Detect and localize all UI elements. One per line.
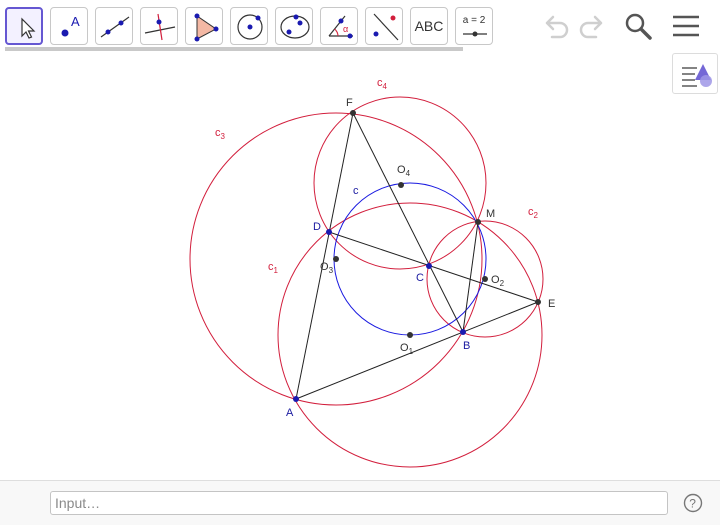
label-circle-c4: c4 [377, 77, 388, 91]
tool-polygon[interactable] [185, 7, 223, 45]
point-o2[interactable] [482, 276, 488, 282]
tool-circle-three-points[interactable] [275, 7, 313, 45]
angle-icon: α [328, 15, 353, 39]
segment-de[interactable] [328, 231, 539, 303]
label-o1: O1 [400, 342, 414, 356]
help-button[interactable]: ? [683, 493, 703, 513]
point-m[interactable] [475, 219, 481, 225]
label-b: B [463, 340, 470, 352]
tool-perpendicular[interactable] [140, 7, 178, 45]
graphics-view[interactable]: F D C M E B A O4 O3 O2 O1 c c1 c2 c3 c4 [0, 52, 720, 480]
hamburger-menu-icon [673, 15, 699, 37]
menu-button[interactable] [668, 8, 704, 44]
tool-slider[interactable]: a = 2 [455, 7, 493, 45]
label-f: F [346, 97, 353, 109]
slider-icon [463, 31, 487, 37]
label-m: M [486, 208, 495, 220]
point-c[interactable] [426, 263, 432, 269]
geometry-construction: F D C M E B A O4 O3 O2 O1 c c1 c2 c3 c4 [189, 77, 555, 468]
reflect-icon [373, 13, 399, 41]
tool-circle-center[interactable] [230, 7, 268, 45]
arrow-cursor-icon [21, 17, 36, 39]
svg-text:A: A [71, 14, 80, 29]
label-circle-c2: c2 [528, 206, 539, 220]
text-tool-label: ABC [414, 18, 444, 34]
label-o4: O4 [397, 164, 411, 178]
label-circle-c: c [353, 185, 359, 197]
label-d: D [313, 221, 321, 233]
point-f[interactable] [350, 110, 356, 116]
label-circle-c3: c3 [215, 127, 226, 141]
segment-ae[interactable] [295, 301, 539, 400]
undo-icon [545, 15, 569, 39]
search-button[interactable] [620, 8, 656, 44]
label-c: C [416, 272, 424, 284]
tool-reflect[interactable] [365, 7, 403, 45]
redo-icon [579, 15, 603, 39]
input-bar: ? [0, 480, 720, 525]
undo-button[interactable] [538, 8, 574, 44]
label-o2: O2 [491, 274, 505, 288]
tool-text[interactable]: ABC [410, 7, 448, 45]
label-a: A [286, 407, 294, 419]
label-e: E [548, 298, 555, 310]
redo-button[interactable] [574, 8, 610, 44]
tool-angle[interactable]: α [320, 7, 358, 45]
point-e[interactable] [535, 299, 541, 305]
svg-text:?: ? [689, 497, 696, 511]
point-b[interactable] [460, 329, 466, 335]
algebra-input-field[interactable] [50, 491, 668, 515]
line-icon [100, 16, 130, 38]
tool-line[interactable] [95, 7, 133, 45]
label-o3: O3 [320, 261, 334, 275]
point-a[interactable] [293, 396, 299, 402]
point-icon: A [61, 14, 80, 37]
toolbar: A α ABC a = 2 [0, 0, 720, 52]
segment-fb[interactable] [352, 112, 464, 333]
tool-move[interactable] [5, 7, 43, 45]
point-o3[interactable] [333, 256, 339, 262]
label-circle-c1: c1 [268, 261, 279, 275]
svg-text:α: α [343, 24, 348, 34]
polygon-icon [194, 13, 219, 42]
point-o4[interactable] [398, 182, 404, 188]
point-o1[interactable] [407, 332, 413, 338]
style-bar-icon [682, 64, 712, 87]
point-d[interactable] [326, 229, 332, 235]
tool-point[interactable]: A [50, 7, 88, 45]
toolbar-scroll-indicator [5, 47, 463, 51]
style-bar-toggle-button[interactable] [672, 53, 718, 94]
help-icon: ? [683, 493, 703, 513]
search-icon [625, 13, 652, 40]
circle-center-icon [237, 14, 263, 40]
circle-three-points-icon [280, 14, 310, 39]
perpendicular-line-icon [144, 13, 176, 41]
